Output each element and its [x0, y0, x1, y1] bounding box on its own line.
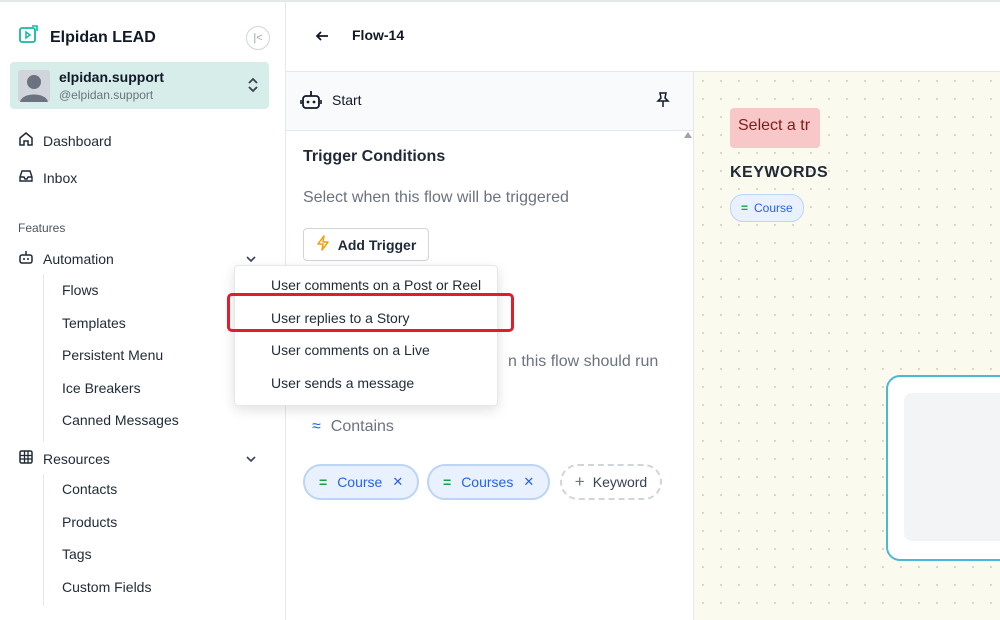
sidebar-item-inbox[interactable]: Inbox	[18, 168, 77, 187]
add-keyword-label: Keyword	[592, 474, 648, 490]
inbox-icon	[18, 168, 34, 187]
chevron-down-icon[interactable]	[245, 452, 257, 470]
add-trigger-button[interactable]: Add Trigger	[303, 228, 429, 261]
add-keyword-button[interactable]: + Keyword	[560, 464, 662, 500]
logo-icon	[18, 24, 40, 51]
approx-icon: ≈	[312, 418, 321, 435]
equals-icon: =	[443, 474, 452, 490]
lightning-icon	[316, 235, 330, 254]
menu-item-send-message[interactable]: User sends a message	[271, 375, 414, 391]
grid-icon	[18, 449, 34, 468]
sidebar-item-canned-messages[interactable]: Canned Messages	[62, 412, 179, 428]
sidebar-item-resources[interactable]: Resources	[18, 449, 110, 468]
sidebar-item-ice-breakers[interactable]: Ice Breakers	[62, 380, 141, 396]
brand[interactable]: Elpidan LEAD	[18, 24, 156, 51]
account-name: elpidan.support	[59, 69, 164, 85]
trigger-conditions-subtitle: Select when this flow will be triggered	[303, 189, 569, 206]
bot-icon	[300, 90, 322, 115]
highlight-box	[227, 293, 514, 332]
home-icon	[18, 131, 34, 150]
sidebar-item-contacts[interactable]: Contacts	[62, 481, 117, 497]
sidebar-item-tags[interactable]: Tags	[62, 546, 92, 562]
sidebar-item-label: Inbox	[43, 169, 78, 186]
menu-item-post-reel-comment[interactable]: User comments on a Post or Reel	[271, 277, 481, 293]
sidebar-item-persistent-menu[interactable]: Persistent Menu	[62, 347, 163, 363]
close-icon[interactable]: ✕	[523, 474, 534, 490]
keyword-chip-label: Courses	[461, 474, 514, 490]
start-label: Start	[332, 92, 362, 108]
page-title: Flow-14	[352, 27, 405, 43]
pin-icon[interactable]	[656, 92, 670, 113]
flow-canvas[interactable]: Select a tr KEYWORDS = Course	[694, 72, 1000, 620]
equals-icon: =	[319, 474, 328, 490]
collapse-sidebar-button[interactable]: |<	[246, 26, 270, 50]
sidebar-item-templates[interactable]: Templates	[62, 315, 126, 331]
robot-icon	[18, 249, 34, 268]
scroll-up-arrow[interactable]	[684, 132, 692, 138]
sidebar-item-label: Dashboard	[43, 132, 112, 149]
match-option-label: Contains	[330, 418, 394, 435]
keyword-chip[interactable]: = Courses ✕	[427, 464, 551, 500]
collapse-icon: |<	[253, 32, 263, 44]
sidebar-item-products[interactable]: Products	[62, 514, 117, 530]
chevron-updown-icon	[247, 76, 259, 99]
account-switcher[interactable]: elpidan.support @elpidan.support	[10, 62, 269, 109]
panel-header: Start	[286, 72, 693, 131]
trigger-type-dropdown: User comments on a Post or Reel User rep…	[234, 265, 498, 406]
menu-item-live-comment[interactable]: User comments on a Live	[271, 342, 430, 358]
account-handle: @elpidan.support	[59, 88, 154, 102]
node-keyword-label: Course	[754, 201, 793, 215]
node-body	[904, 393, 1000, 541]
sidebar-item-label: Automation	[43, 250, 114, 267]
match-option-contains[interactable]: ≈ Contains	[312, 418, 394, 436]
match-description: n this flow should run	[508, 353, 659, 370]
back-arrow-icon[interactable]	[314, 28, 330, 49]
node-warning: Select a tr	[730, 108, 820, 148]
tree-line	[43, 474, 44, 606]
close-icon[interactable]: ✕	[392, 474, 403, 490]
trigger-node[interactable]	[886, 375, 1000, 561]
tree-line	[43, 274, 44, 442]
brand-name: Elpidan LEAD	[50, 28, 156, 46]
keyword-chip-label: Course	[337, 474, 383, 490]
node-keyword-chip: = Course	[730, 194, 804, 222]
plus-icon: +	[574, 472, 585, 491]
add-trigger-label: Add Trigger	[337, 236, 417, 253]
page-header: Flow-14	[286, 2, 1000, 72]
sidebar-item-flows[interactable]: Flows	[62, 282, 99, 298]
node-keywords-label: KEYWORDS	[730, 164, 829, 181]
sidebar-item-automation[interactable]: Automation	[18, 249, 114, 268]
section-label-features: Features	[18, 221, 66, 235]
keyword-chip[interactable]: = Course ✕	[303, 464, 420, 500]
sidebar-item-custom-fields[interactable]: Custom Fields	[62, 579, 151, 595]
sidebar-item-dashboard[interactable]: Dashboard	[18, 131, 112, 150]
equals-icon: =	[741, 201, 749, 215]
sidebar-item-label: Resources	[43, 450, 110, 467]
trigger-conditions-title: Trigger Conditions	[303, 148, 446, 165]
avatar	[18, 70, 50, 102]
